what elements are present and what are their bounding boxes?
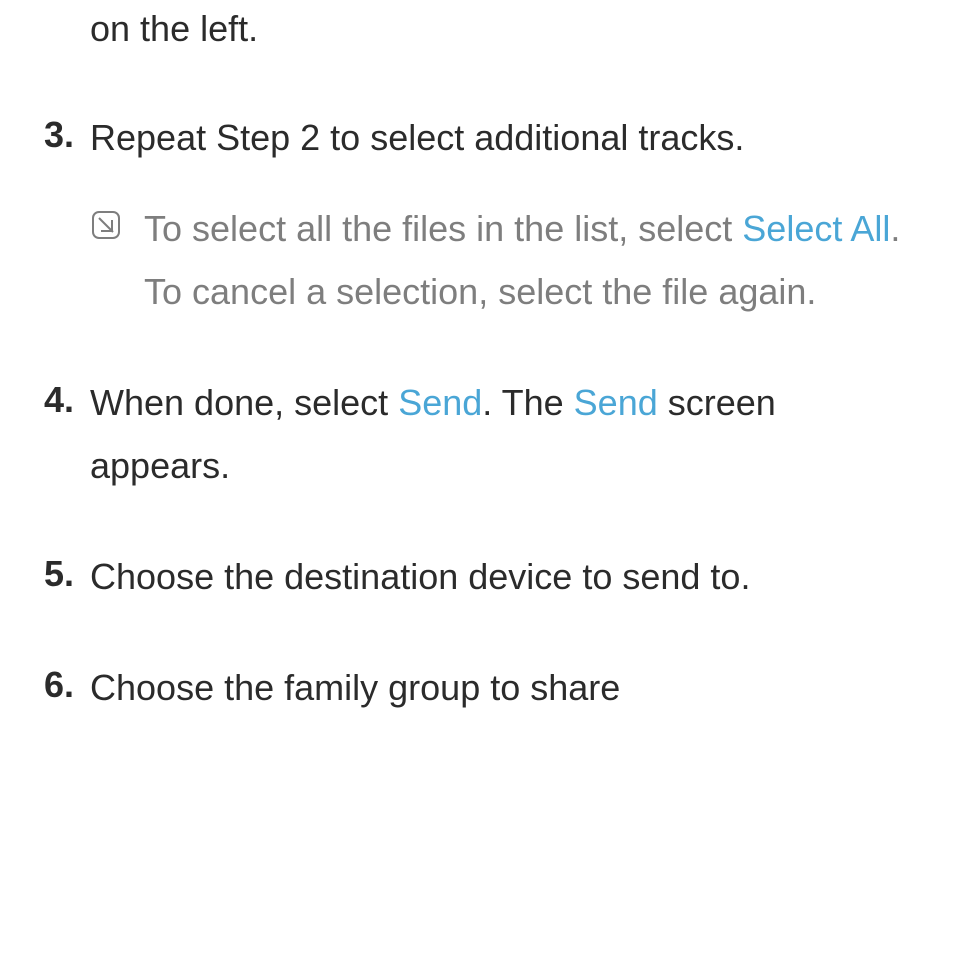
step-number: 5. (40, 545, 84, 603)
highlight-fragment: Send (398, 382, 482, 423)
step-body: 3. Repeat Step 2 to select additional tr… (40, 106, 914, 169)
step-5: 5. Choose the destination device to send… (40, 545, 914, 608)
step-body: 4. When done, select Send. The Send scre… (40, 371, 914, 497)
intro-fragment: on the left. (90, 0, 914, 58)
step-number: 3. (40, 106, 84, 164)
highlight-fragment: Send (574, 382, 658, 423)
note-icon (90, 197, 130, 241)
step-number: 4. (40, 371, 84, 429)
note-highlight: Select All (742, 208, 890, 249)
note-text: To select all the files in the list, sel… (144, 208, 742, 249)
step-number: 6. (40, 656, 84, 714)
note: To select all the files in the list, sel… (90, 197, 914, 323)
step-body: 5. Choose the destination device to send… (40, 545, 914, 608)
text-fragment: When done, select (90, 382, 398, 423)
note-content: To select all the files in the list, sel… (130, 197, 914, 323)
text-fragment: Choose the destination device to send to… (90, 556, 750, 597)
step-4: 4. When done, select Send. The Send scre… (40, 371, 914, 497)
step-content: Choose the family group to share (84, 656, 914, 719)
text-fragment: Choose the family group to share (90, 667, 620, 708)
intro-text: on the left. (90, 8, 258, 49)
step-content: When done, select Send. The Send screen … (84, 371, 914, 497)
step-content: Repeat Step 2 to select additional track… (84, 106, 914, 169)
text-fragment: Repeat Step 2 to select additional track… (90, 117, 744, 158)
step-3: 3. Repeat Step 2 to select additional tr… (40, 106, 914, 323)
step-6: 6. Choose the family group to share (40, 656, 914, 719)
step-content: Choose the destination device to send to… (84, 545, 914, 608)
text-fragment: . The (482, 382, 573, 423)
document-page: on the left. 3. Repeat Step 2 to select … (0, 0, 954, 719)
step-body: 6. Choose the family group to share (40, 656, 914, 719)
